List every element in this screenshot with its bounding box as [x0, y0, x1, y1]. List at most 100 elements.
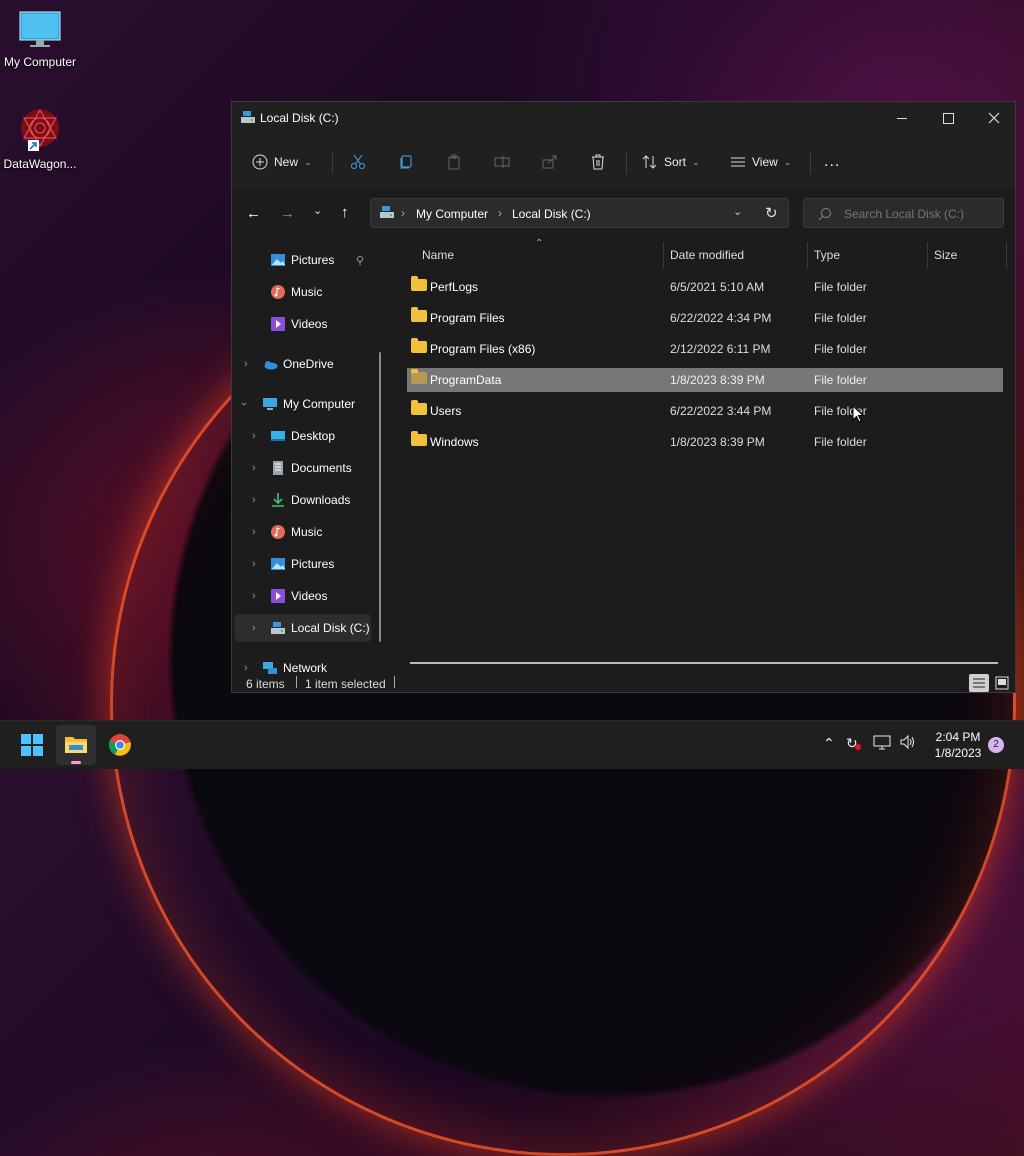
view-label: View [752, 155, 778, 169]
column-divider[interactable] [1006, 242, 1007, 268]
nav-local-disk[interactable]: › Local Disk (C:) [235, 614, 371, 642]
nav-pictures[interactable]: › Pictures [232, 550, 372, 578]
nav-label: Music [291, 525, 323, 539]
column-header-size[interactable]: Size [934, 248, 957, 262]
speaker-icon [900, 734, 914, 750]
rename-icon [494, 156, 510, 168]
taskbar-file-explorer[interactable] [56, 725, 96, 765]
up-button[interactable]: ↑ [341, 204, 349, 221]
downloads-icon [272, 493, 284, 507]
videos-icon [271, 589, 285, 603]
breadcrumb-my-computer[interactable]: My Computer [416, 207, 488, 221]
back-button[interactable]: ← [246, 205, 261, 222]
file-row-selected[interactable]: ProgramData 1/8/2023 8:39 PM File folder [407, 368, 1003, 392]
nav-network[interactable]: › Network [232, 654, 372, 674]
navigation-scrollbar[interactable] [379, 352, 381, 642]
volume-tray-icon[interactable] [899, 734, 917, 753]
taskbar-chrome[interactable] [108, 733, 132, 760]
refresh-button[interactable]: ↻ [765, 204, 778, 222]
more-options-button[interactable]: ... [824, 148, 840, 176]
maximize-icon [942, 112, 954, 124]
breadcrumb-local-disk[interactable]: Local Disk (C:) [512, 207, 591, 221]
status-divider [296, 676, 297, 688]
music-icon [271, 525, 285, 539]
chevron-right-icon: › [244, 662, 248, 674]
file-row[interactable]: Program Files 6/22/2022 4:34 PM File fol… [407, 306, 1003, 330]
column-header-name[interactable]: Name [422, 248, 454, 262]
rename-button[interactable] [494, 148, 510, 176]
file-row[interactable]: Windows 1/8/2023 8:39 PM File folder [407, 430, 1003, 454]
file-row[interactable]: Program Files (x86) 2/12/2022 6:11 PM Fi… [407, 337, 1003, 361]
view-icon [731, 157, 745, 167]
close-button[interactable] [971, 102, 1017, 134]
column-divider[interactable] [663, 242, 664, 268]
notification-badge[interactable]: 2 [988, 737, 1004, 753]
copy-button[interactable] [398, 148, 414, 176]
view-button[interactable]: View ⌄ [730, 148, 791, 176]
nav-onedrive[interactable]: › OneDrive [232, 350, 372, 378]
nav-documents[interactable]: › Documents [232, 454, 372, 482]
maximize-button[interactable] [925, 102, 971, 134]
clock[interactable]: 2:04 PM 1/8/2023 [928, 729, 988, 761]
desktop-icon-my-computer[interactable]: My Computer [0, 10, 80, 69]
share-button[interactable] [542, 148, 558, 176]
breadcrumb-chevron-icon: › [401, 206, 405, 220]
network-icon [263, 662, 277, 674]
nav-music[interactable]: › Music [232, 518, 372, 546]
details-view-button[interactable] [969, 674, 989, 692]
new-label: New [274, 155, 299, 169]
recent-locations-button[interactable]: ⌄ [313, 204, 322, 217]
trash-icon [592, 154, 604, 170]
sync-status-icon[interactable]: ↻ [846, 735, 861, 752]
nav-videos[interactable]: › Videos [232, 582, 372, 610]
file-row[interactable]: Users 6/22/2022 3:44 PM File folder [407, 399, 1003, 423]
network-icon [873, 735, 891, 750]
title-bar[interactable]: Local Disk (C:) [232, 102, 1015, 134]
tiles-view-button[interactable] [992, 674, 1012, 692]
delete-button[interactable] [590, 148, 606, 176]
sort-button[interactable]: Sort ⌄ [642, 148, 700, 176]
cut-button[interactable] [350, 148, 366, 176]
file-type: File folder [814, 342, 867, 356]
desktop-icon-datawagon[interactable]: DataWagon... [0, 106, 80, 171]
start-button[interactable] [20, 733, 44, 760]
minimize-button[interactable] [879, 102, 925, 134]
column-header-date[interactable]: Date modified [670, 248, 744, 262]
nav-quick-music[interactable]: Music [232, 278, 372, 306]
address-bar[interactable]: › My Computer › Local Disk (C:) ⌄ ↻ [370, 198, 789, 228]
nav-my-computer[interactable]: › My Computer [232, 390, 372, 418]
search-input[interactable] [842, 204, 1001, 224]
chevron-right-icon: › [252, 430, 256, 442]
column-divider[interactable] [927, 242, 928, 268]
file-row[interactable]: PerfLogs 6/5/2021 5:10 AM File folder [407, 275, 1003, 299]
window-title: Local Disk (C:) [260, 111, 339, 125]
nav-label: Pictures [291, 253, 335, 267]
chevron-right-icon: › [252, 590, 256, 602]
horizontal-scrollbar[interactable] [410, 662, 998, 664]
share-icon [542, 155, 557, 169]
arrow-left-icon: ← [246, 205, 261, 222]
address-dropdown-button[interactable]: ⌄ [733, 205, 742, 218]
pictures-icon [271, 558, 285, 570]
nav-label: Local Disk (C:) [291, 621, 370, 635]
close-icon [988, 112, 1000, 124]
nav-quick-pictures[interactable]: Pictures ⚲ [232, 246, 372, 274]
column-divider[interactable] [807, 242, 808, 268]
file-date: 1/8/2023 8:39 PM [670, 435, 765, 449]
nav-downloads[interactable]: › Downloads [232, 486, 372, 514]
show-hidden-icons-button[interactable]: ⌃ [823, 735, 835, 752]
column-header-type[interactable]: Type [814, 248, 840, 262]
nav-quick-videos[interactable]: Videos [232, 310, 372, 338]
paste-button[interactable] [446, 148, 462, 176]
sort-icon [642, 155, 657, 169]
folder-icon [411, 307, 427, 322]
nav-label: Documents [291, 461, 352, 475]
nav-desktop[interactable]: › Desktop [232, 422, 372, 450]
sort-label: Sort [664, 155, 687, 169]
network-tray-icon[interactable] [873, 734, 891, 753]
status-divider [394, 676, 395, 688]
new-button[interactable]: New ⌄ [252, 148, 312, 176]
file-type: File folder [814, 311, 867, 325]
search-box[interactable] [803, 198, 1004, 228]
forward-button[interactable]: → [280, 205, 295, 222]
